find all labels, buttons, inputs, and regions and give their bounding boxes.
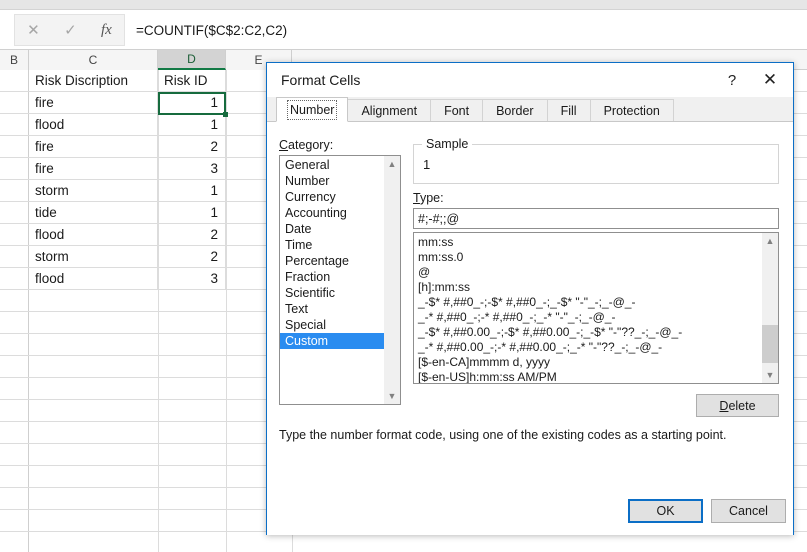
cell-risk-description[interactable]: storm: [30, 180, 158, 201]
tab-fill[interactable]: Fill: [546, 99, 591, 122]
sample-label: Sample: [422, 137, 473, 151]
category-item-currency[interactable]: Currency: [280, 189, 385, 205]
category-label: Category:: [279, 138, 334, 152]
type-item[interactable]: mm:ss.0: [414, 250, 763, 265]
type-item[interactable]: [$-en-CA]mmmm d, yyyy: [414, 355, 763, 370]
table-row-empty: [0, 532, 807, 552]
help-text: Type the number format code, using one o…: [279, 428, 727, 442]
cell-risk-id[interactable]: 2: [159, 136, 226, 157]
cancel-x-icon[interactable]: ✕: [27, 23, 40, 38]
cell-risk-id[interactable]: 3: [159, 268, 226, 289]
type-item[interactable]: _-$* #,##0_-;-$* #,##0_-;_-$* "-"_-;_-@_…: [414, 295, 763, 310]
cell-risk-id[interactable]: 1: [159, 180, 226, 201]
active-cell-d2[interactable]: [158, 92, 226, 115]
category-listbox[interactable]: General Number Currency Accounting Date Time P…: [279, 155, 401, 405]
tab-label: Protection: [603, 104, 660, 118]
cell-risk-description[interactable]: tide: [30, 202, 158, 223]
dialog-tabstrip: Number Alignment Font Border Fill Protection: [267, 97, 793, 122]
type-item[interactable]: [h]:mm:ss: [414, 280, 763, 295]
delete-button[interactable]: Delete: [696, 394, 779, 417]
cell-d1[interactable]: Risk ID: [159, 70, 226, 91]
cell-risk-description[interactable]: flood: [30, 268, 158, 289]
category-item-custom[interactable]: Custom: [280, 333, 385, 349]
type-item[interactable]: _-* #,##0.00_-;-* #,##0.00_-;_-* "-"??_-…: [414, 340, 763, 355]
ok-button[interactable]: OK: [628, 499, 703, 523]
category-item-fraction[interactable]: Fraction: [280, 269, 385, 285]
formula-input[interactable]: =COUNTIF($C$2:C2,C2): [128, 12, 807, 48]
cell-risk-description[interactable]: storm: [30, 246, 158, 267]
category-item-accounting[interactable]: Accounting: [280, 205, 385, 221]
category-item-special[interactable]: Special: [280, 317, 385, 333]
cell-risk-id[interactable]: 3: [159, 158, 226, 179]
cell-risk-id[interactable]: 2: [159, 246, 226, 267]
dialog-title-bar: Format Cells ? ✕: [267, 63, 793, 97]
number-tab-panel: Category: General Number Currency Accountin…: [267, 122, 793, 535]
cell-risk-id[interactable]: 2: [159, 224, 226, 245]
type-item[interactable]: mm:ss: [414, 235, 763, 250]
column-header-c[interactable]: C: [29, 50, 158, 70]
column-header-d[interactable]: D: [158, 50, 226, 70]
tab-protection[interactable]: Protection: [589, 99, 674, 122]
category-item-time[interactable]: Time: [280, 237, 385, 253]
type-item[interactable]: _-* #,##0_-;-* #,##0_-;_-* "-"_-;_-@_-: [414, 310, 763, 325]
enter-check-icon[interactable]: ✓: [64, 23, 77, 38]
insert-function-icon[interactable]: fx: [101, 22, 112, 38]
cell-risk-description[interactable]: fire: [30, 92, 158, 113]
tab-label: Font: [444, 104, 470, 118]
type-input[interactable]: #;-#;;@: [413, 208, 779, 229]
type-item[interactable]: @: [414, 265, 763, 280]
scrollbar-thumb[interactable]: [762, 325, 778, 363]
tab-label: Number: [286, 99, 338, 120]
tab-alignment[interactable]: Alignment: [347, 99, 432, 122]
tab-font[interactable]: Font: [430, 99, 484, 122]
type-label: Type:: [413, 191, 444, 205]
type-listbox[interactable]: mm:ss mm:ss.0 @ [h]:mm:ss _-$* #,##0_-;-$* #…: [413, 232, 779, 384]
tab-list: Number Alignment Font Border Fill Protection: [276, 97, 674, 122]
type-scrollbar[interactable]: ▲ ▼: [762, 233, 778, 383]
tab-label: Alignment: [361, 104, 418, 118]
column-header-b[interactable]: B: [0, 50, 29, 70]
category-item-general[interactable]: General: [280, 157, 385, 173]
category-item-number[interactable]: Number: [280, 173, 385, 189]
sample-value: 1: [423, 157, 431, 172]
tab-label: Border: [496, 104, 534, 118]
category-item-percentage[interactable]: Percentage: [280, 253, 385, 269]
type-item[interactable]: [$-en-US]h:mm:ss AM/PM: [414, 370, 763, 383]
cell-risk-description[interactable]: fire: [30, 136, 158, 157]
cell-risk-description[interactable]: flood: [30, 224, 158, 245]
cell-risk-id[interactable]: 1: [159, 114, 226, 135]
type-item[interactable]: _-$* #,##0.00_-;-$* #,##0.00_-;_-$* "-"?…: [414, 325, 763, 340]
format-cells-dialog: Format Cells ? ✕ Number Alignment Font Bord…: [266, 62, 794, 535]
fill-handle[interactable]: [223, 112, 228, 117]
cell-c1[interactable]: Risk Discription: [30, 70, 158, 91]
category-scrollbar[interactable]: ▲ ▼: [384, 156, 400, 404]
dialog-title: Format Cells: [281, 72, 361, 88]
category-item-text[interactable]: Text: [280, 301, 385, 317]
formula-bar-buttons: ✕ ✓ fx: [14, 14, 125, 46]
tab-border[interactable]: Border: [482, 99, 548, 122]
cell-risk-description[interactable]: flood: [30, 114, 158, 135]
scroll-up-icon[interactable]: ▲: [762, 233, 778, 249]
excel-top-strip: [0, 0, 807, 10]
category-item-scientific[interactable]: Scientific: [280, 285, 385, 301]
scroll-down-icon[interactable]: ▼: [762, 367, 778, 383]
sample-group: Sample 1: [413, 137, 779, 184]
dialog-footer: OK Cancel: [267, 487, 793, 535]
cell-risk-id[interactable]: 1: [159, 202, 226, 223]
formula-bar: ✕ ✓ fx =COUNTIF($C$2:C2,C2): [0, 11, 807, 49]
cell-risk-description[interactable]: fire: [30, 158, 158, 179]
tab-label: Fill: [560, 104, 577, 118]
tab-number[interactable]: Number: [276, 97, 349, 122]
scroll-up-icon[interactable]: ▲: [384, 156, 400, 172]
close-icon[interactable]: ✕: [751, 65, 789, 95]
cancel-button[interactable]: Cancel: [711, 499, 786, 523]
category-item-date[interactable]: Date: [280, 221, 385, 237]
help-question-icon[interactable]: ?: [713, 65, 751, 95]
scroll-down-icon[interactable]: ▼: [384, 388, 400, 404]
